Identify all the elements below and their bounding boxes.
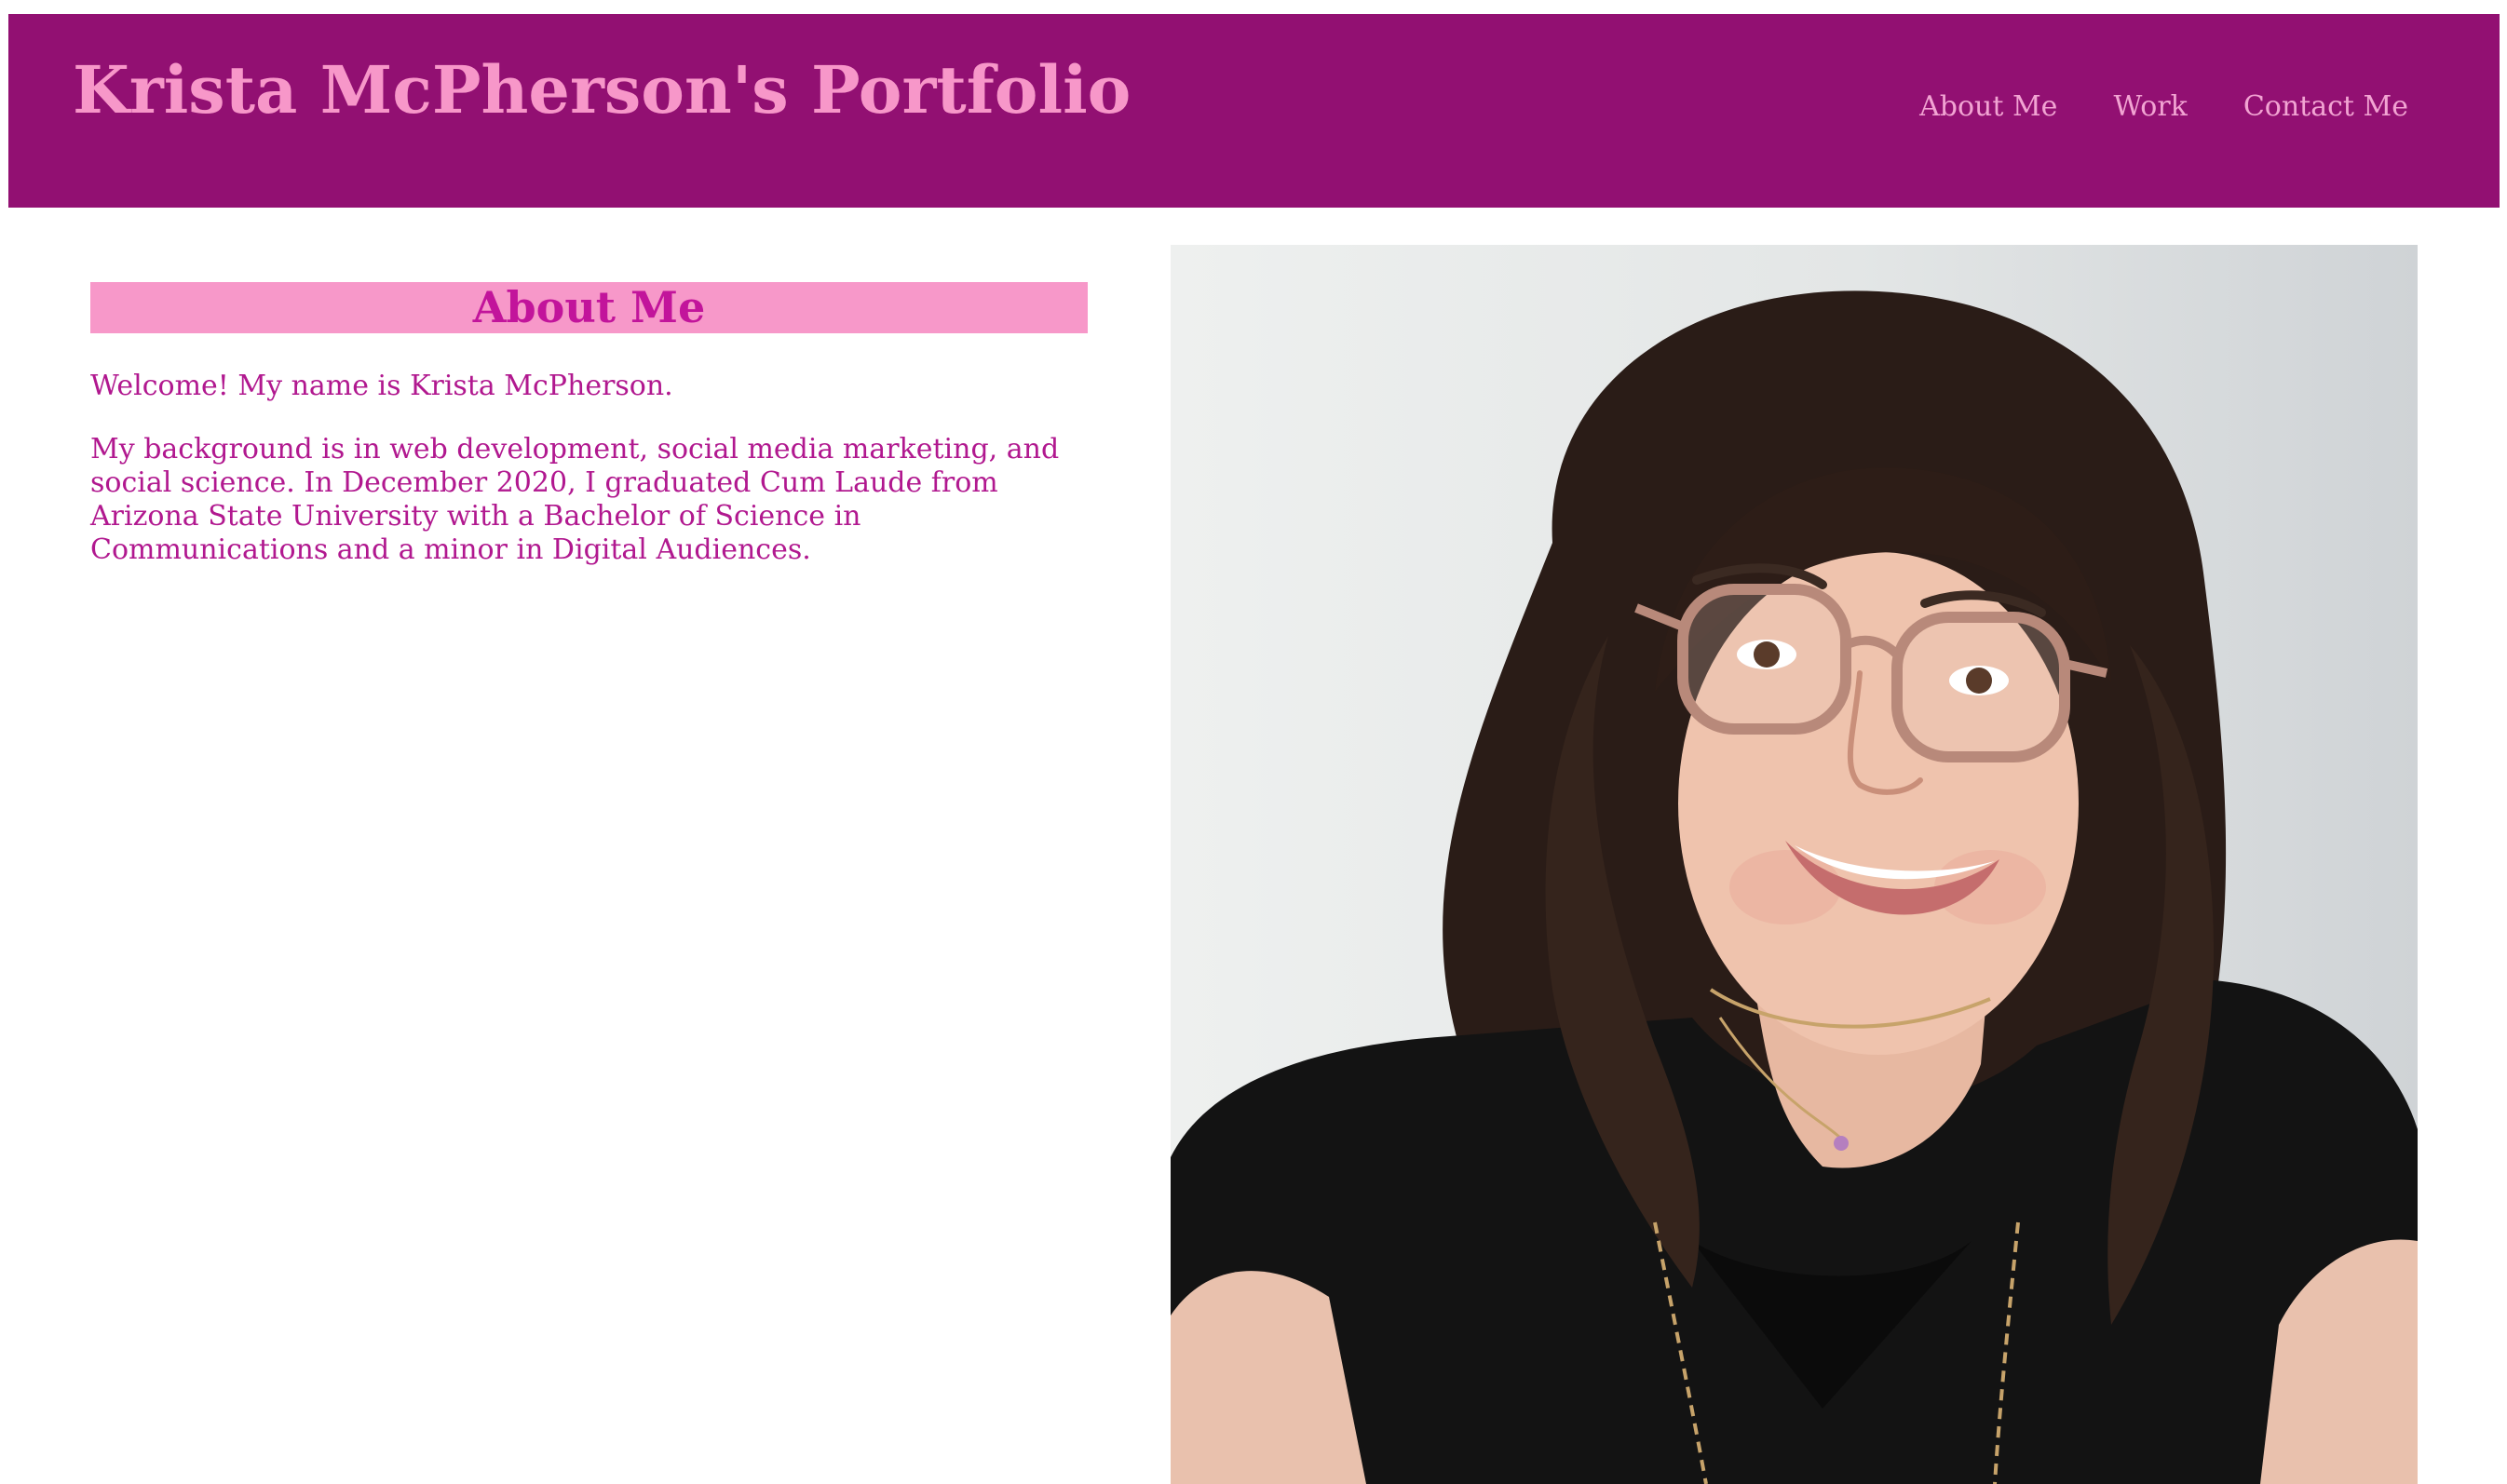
about-bio-text: My background is in web development, soc… (90, 433, 1060, 566)
nav-link-contact-me[interactable]: Contact Me (2243, 90, 2408, 123)
about-intro-text: Welcome! My name is Krista McPherson. (90, 370, 673, 402)
profile-photo-illustration (1171, 290, 2418, 1484)
nav-link-about-me[interactable]: About Me (1919, 90, 2057, 123)
about-section: About Me Welcome! My name is Krista McPh… (90, 282, 1088, 567)
profile-photo (1171, 245, 2418, 1484)
about-heading: About Me (90, 282, 1088, 333)
main-nav: About Me Work Contact Me (1919, 90, 2408, 123)
site-header: Krista McPherson's Portfolio About Me Wo… (8, 14, 2500, 208)
nav-link-work[interactable]: Work (2113, 90, 2187, 123)
site-title: Krista McPherson's Portfolio (73, 51, 1132, 128)
